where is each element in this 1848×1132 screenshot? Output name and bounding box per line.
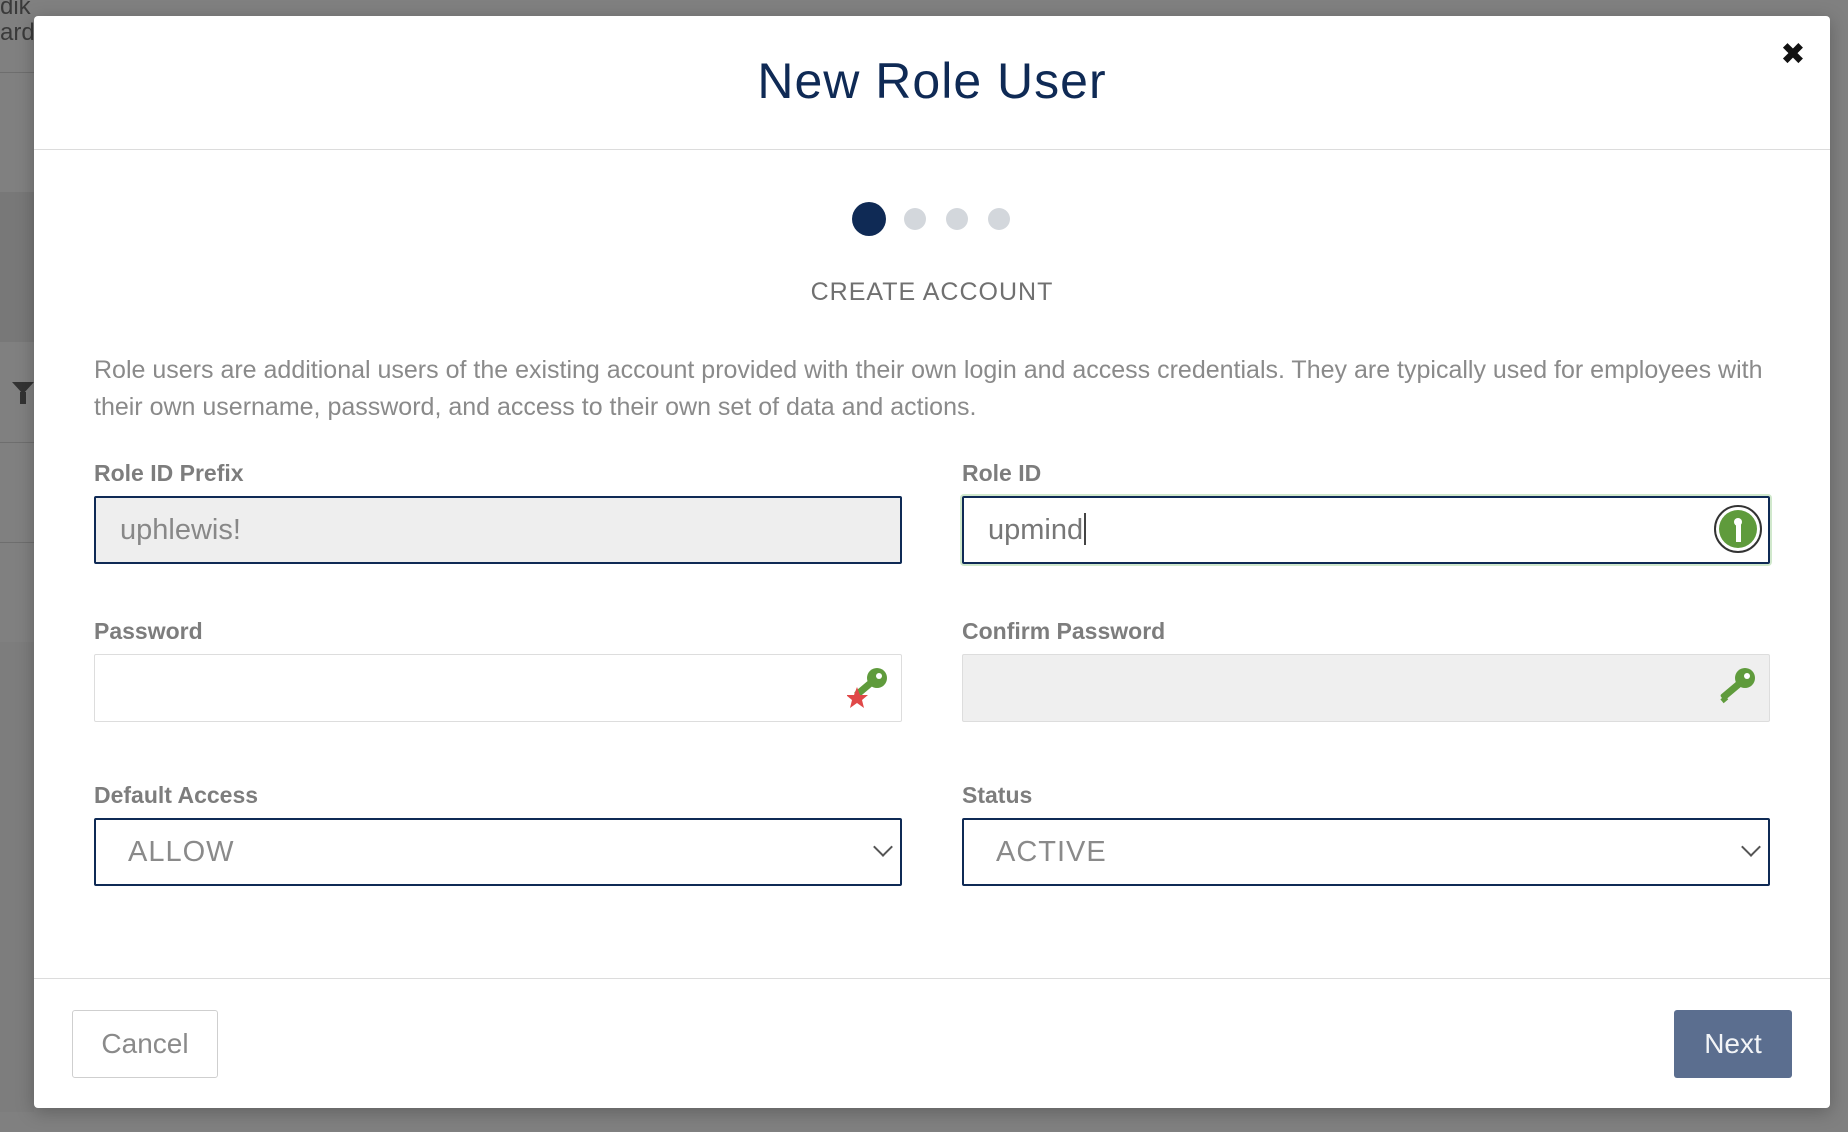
close-icon[interactable]: ✖ bbox=[1776, 38, 1810, 72]
step-dot-1 bbox=[852, 202, 886, 236]
next-button[interactable]: Next bbox=[1674, 1010, 1792, 1078]
modal-title: New Role User bbox=[757, 53, 1107, 109]
role-id-prefix-value: uphlewis! bbox=[120, 514, 241, 546]
step-dot-2 bbox=[904, 208, 926, 230]
role-id-prefix-label: Role ID Prefix bbox=[94, 460, 244, 486]
role-id-field: Role ID upmind bbox=[962, 458, 1770, 564]
background-divider bbox=[0, 72, 34, 73]
status-label: Status bbox=[962, 782, 1033, 808]
step-label: CREATE ACCOUNT bbox=[810, 278, 1054, 306]
default-access-label: Default Access bbox=[94, 782, 259, 808]
role-id-input[interactable]: upmind bbox=[962, 496, 1770, 564]
step-dot-4 bbox=[988, 208, 1010, 230]
role-id-value: upmind bbox=[988, 514, 1084, 546]
key-icon[interactable] bbox=[1715, 665, 1759, 709]
status-field: Status ACTIVE bbox=[962, 780, 1770, 886]
background-divider bbox=[0, 542, 34, 543]
password-input[interactable] bbox=[94, 654, 902, 722]
step-indicator bbox=[34, 202, 1830, 242]
default-access-value: ALLOW bbox=[128, 836, 235, 868]
password-label: Password bbox=[94, 618, 203, 644]
modal-footer: Cancel Next bbox=[34, 978, 1830, 1108]
confirm-password-field: Confirm Password bbox=[962, 616, 1770, 722]
background-divider bbox=[0, 442, 34, 443]
cancel-button[interactable]: Cancel bbox=[72, 1010, 218, 1078]
status-select[interactable]: ACTIVE bbox=[962, 818, 1770, 886]
status-value: ACTIVE bbox=[996, 836, 1107, 868]
role-id-prefix-input[interactable]: uphlewis! bbox=[94, 496, 902, 564]
keepass-icon[interactable] bbox=[1714, 505, 1762, 553]
role-id-label: Role ID bbox=[962, 460, 1042, 486]
confirm-password-input[interactable] bbox=[962, 654, 1770, 722]
description-text: Role users are additional users of the e… bbox=[94, 356, 1763, 421]
chevron-down-icon bbox=[873, 837, 893, 857]
background-partial-text: dik ard bbox=[0, 0, 35, 46]
role-id-prefix-field: Role ID Prefix uphlewis! bbox=[94, 458, 902, 564]
filter-icon bbox=[12, 382, 34, 404]
default-access-select[interactable]: ALLOW bbox=[94, 818, 902, 886]
chevron-down-icon bbox=[1741, 837, 1761, 857]
confirm-password-label: Confirm Password bbox=[962, 618, 1166, 644]
modal-header: New Role User ✖ bbox=[34, 16, 1830, 150]
new-role-user-modal: New Role User ✖ CREATE ACCOUNT Role user… bbox=[34, 16, 1830, 1108]
password-field: Password bbox=[94, 616, 902, 722]
default-access-field: Default Access ALLOW bbox=[94, 780, 902, 886]
step-dot-3 bbox=[946, 208, 968, 230]
key-star-icon[interactable] bbox=[847, 665, 891, 709]
background-band bbox=[0, 642, 34, 1112]
background-band bbox=[0, 192, 34, 342]
text-cursor bbox=[1084, 513, 1087, 546]
